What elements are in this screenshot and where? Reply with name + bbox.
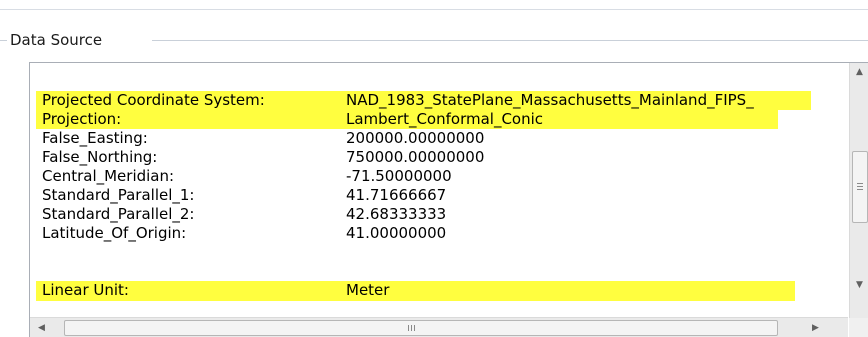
group-title: Data Source bbox=[10, 31, 103, 49]
scroll-right-icon[interactable]: ▶ bbox=[806, 318, 825, 337]
thumb-grip bbox=[857, 186, 863, 187]
property-key: Standard_Parallel_1: bbox=[42, 186, 195, 204]
horizontal-scroll-thumb[interactable] bbox=[64, 320, 778, 336]
property-value: 200000.00000000 bbox=[346, 129, 485, 147]
property-key: Linear Unit: bbox=[42, 281, 129, 299]
property-key: Projected Coordinate System: bbox=[42, 91, 265, 109]
vertical-scroll-thumb[interactable] bbox=[852, 151, 868, 223]
vertical-scrollbar[interactable]: ▲ ▼ bbox=[849, 63, 868, 318]
thumb-grip bbox=[414, 325, 415, 331]
property-value: 41.71666667 bbox=[346, 186, 447, 204]
property-value: 41.00000000 bbox=[346, 224, 447, 242]
group-border-left bbox=[0, 40, 7, 41]
scrollbar-corner bbox=[849, 318, 868, 337]
property-value: Meter bbox=[346, 281, 390, 299]
property-value: 750000.00000000 bbox=[346, 148, 485, 166]
property-value: NAD_1983_StatePlane_Massachusetts_Mainla… bbox=[346, 91, 754, 109]
property-value: -71.50000000 bbox=[346, 167, 452, 185]
thumb-grip bbox=[857, 183, 863, 184]
thumb-grip bbox=[408, 325, 409, 331]
properties-content: Projected Coordinate System: NAD_1983_St… bbox=[30, 63, 848, 316]
data-source-panel[interactable]: Projected Coordinate System: NAD_1983_St… bbox=[29, 62, 868, 337]
property-key: Projection: bbox=[42, 110, 122, 128]
property-key: False_Easting: bbox=[42, 129, 148, 147]
thumb-grip bbox=[857, 189, 863, 190]
thumb-grip bbox=[411, 325, 412, 331]
property-key: False_Northing: bbox=[42, 148, 158, 166]
property-key: Standard_Parallel_2: bbox=[42, 205, 195, 223]
highlight-row-9 bbox=[36, 281, 795, 301]
property-value: 42.68333333 bbox=[346, 205, 447, 223]
scroll-down-icon[interactable]: ▼ bbox=[850, 276, 868, 295]
property-key: Central_Meridian: bbox=[42, 167, 175, 185]
scroll-left-icon[interactable]: ◀ bbox=[32, 318, 51, 337]
property-key: Latitude_Of_Origin: bbox=[42, 224, 187, 242]
property-value: Lambert_Conformal_Conic bbox=[346, 110, 544, 128]
horizontal-scrollbar[interactable]: ◀ ▶ bbox=[30, 317, 848, 337]
group-border-right bbox=[152, 40, 868, 41]
top-divider bbox=[0, 9, 868, 10]
scroll-up-icon[interactable]: ▲ bbox=[850, 63, 868, 82]
